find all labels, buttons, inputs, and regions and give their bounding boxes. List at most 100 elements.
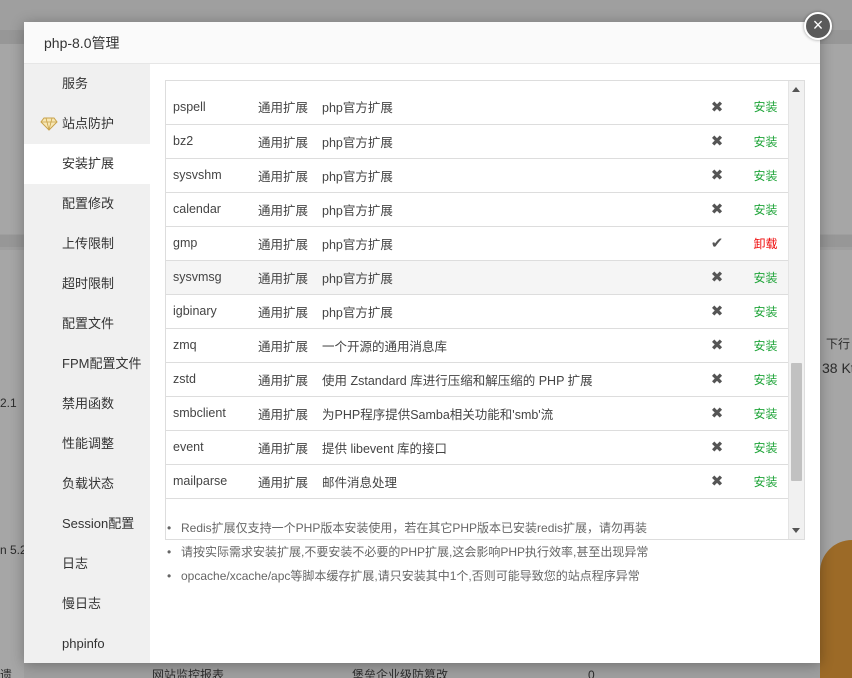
scrollbar-thumb[interactable] — [791, 363, 802, 481]
install-link[interactable]: 安装 — [753, 203, 777, 217]
sidebar-item-load-status[interactable]: 负载状态 — [24, 464, 150, 504]
table-cell: 通用扩展 — [258, 90, 322, 124]
extension-name: mailparse — [173, 474, 228, 488]
install-link[interactable]: 安装 — [753, 100, 777, 114]
extension-description: 提供 libevent 库的接口 — [322, 441, 448, 456]
sidebar-item-config-edit[interactable]: 配置修改 — [24, 184, 150, 224]
install-link[interactable]: 安装 — [753, 441, 777, 455]
sidebar-item-label: 配置文件 — [62, 316, 115, 331]
table-cell: 邮件消息处理 — [322, 464, 692, 498]
table-row[interactable]: bz2 通用扩展 php官方扩展 ✖ 安装 — [166, 124, 789, 158]
install-link[interactable]: 安装 — [753, 339, 777, 353]
install-link[interactable]: 安装 — [753, 373, 777, 387]
extension-description: php官方扩展 — [322, 203, 393, 218]
sidebar-item-label: 禁用函数 — [62, 396, 115, 411]
extension-type: 通用扩展 — [258, 135, 309, 150]
extension-description: 为PHP程序提供Samba相关功能和'smb'流 — [322, 407, 554, 422]
sidebar-item-config-file[interactable]: 配置文件 — [24, 304, 150, 344]
table-row[interactable]: sysvmsg 通用扩展 php官方扩展 ✖ 安装 — [166, 260, 789, 294]
extension-description: php官方扩展 — [322, 237, 393, 252]
table-cell: 一个开源的通用消息库 — [322, 328, 692, 362]
close-icon: × — [812, 15, 824, 35]
table-row[interactable]: sysvshm 通用扩展 php官方扩展 ✖ 安装 — [166, 158, 789, 192]
extension-type: 通用扩展 — [258, 169, 309, 184]
table-row[interactable]: event 通用扩展 提供 libevent 库的接口 ✖ 安装 — [166, 430, 789, 464]
table-cell: 安装 — [742, 294, 789, 328]
scrollbar[interactable] — [788, 81, 804, 539]
install-link[interactable]: 安装 — [753, 305, 777, 319]
sidebar-item-log[interactable]: 日志 — [24, 544, 150, 584]
sidebar-item-timeout-limit[interactable]: 超时限制 — [24, 264, 150, 304]
sidebar-item-slow-log[interactable]: 慢日志 — [24, 584, 150, 624]
sidebar-item-fpm-config[interactable]: FPM配置文件 — [24, 344, 150, 384]
cross-icon: ✖ — [710, 439, 724, 456]
extension-type: 通用扩展 — [258, 441, 309, 456]
table-cell: php官方扩展 — [322, 294, 692, 328]
modal-title: php-8.0管理 — [24, 22, 820, 64]
scroll-up-arrow-icon[interactable] — [792, 87, 800, 92]
extensions-table: pspell 通用扩展 php官方扩展 ✖ 安装 bz2 通用扩展 php官方扩展 ✖ 安装 sys… — [166, 90, 789, 499]
table-cell: 通用扩展 — [258, 192, 322, 226]
cross-icon: ✖ — [710, 201, 724, 218]
table-row[interactable]: pspell 通用扩展 php官方扩展 ✖ 安装 — [166, 90, 789, 124]
table-cell: 安装 — [742, 464, 789, 498]
table-row[interactable]: igbinary 通用扩展 php官方扩展 ✖ 安装 — [166, 294, 789, 328]
table-cell: php官方扩展 — [322, 226, 692, 260]
sidebar-item-site-protection[interactable]: 站点防护 — [24, 104, 150, 144]
table-cell: ✔ — [692, 226, 742, 260]
install-link[interactable]: 安装 — [753, 169, 777, 183]
extension-type: 通用扩展 — [258, 101, 309, 116]
table-cell: php官方扩展 — [322, 192, 692, 226]
install-link[interactable]: 安装 — [753, 135, 777, 149]
install-link[interactable]: 安装 — [753, 407, 777, 421]
sidebar-item-service[interactable]: 服务 — [24, 64, 150, 104]
install-link[interactable]: 安装 — [753, 271, 777, 285]
table-cell: 安装 — [742, 192, 789, 226]
table-cell: ✖ — [692, 328, 742, 362]
table-row[interactable]: zmq 通用扩展 一个开源的通用消息库 ✖ 安装 — [166, 328, 789, 362]
sidebar-item-session-config[interactable]: Session配置 — [24, 504, 150, 544]
uninstall-link[interactable]: 卸载 — [753, 237, 777, 251]
table-cell: ✖ — [692, 294, 742, 328]
diamond-icon — [40, 117, 58, 131]
sidebar-item-phpinfo[interactable]: phpinfo — [24, 624, 150, 664]
sidebar: 服务 站点防护 安装扩展 配置修改 上传限制 超时限制 配置文件 FPM配置文件… — [24, 64, 150, 663]
sidebar-item-label: 性能调整 — [62, 436, 115, 451]
table-cell: ✖ — [692, 362, 742, 396]
extension-name: pspell — [173, 99, 206, 114]
extension-type: 通用扩展 — [258, 237, 309, 252]
table-cell: igbinary — [166, 294, 258, 328]
sidebar-item-disabled-functions[interactable]: 禁用函数 — [24, 384, 150, 424]
extension-description: php官方扩展 — [322, 271, 393, 286]
table-row[interactable]: smbclient 通用扩展 为PHP程序提供Samba相关功能和'smb'流 ✖ 安装 — [166, 396, 789, 430]
close-button[interactable]: × — [804, 12, 832, 40]
table-cell: 安装 — [742, 90, 789, 124]
extension-description: 一个开源的通用消息库 — [322, 339, 448, 354]
table-cell: 安装 — [742, 158, 789, 192]
table-cell: 安装 — [742, 362, 789, 396]
table-row[interactable]: zstd 通用扩展 使用 Zstandard 库进行压缩和解压缩的 PHP 扩展 ✖ 安… — [166, 362, 789, 396]
sidebar-item-upload-limit[interactable]: 上传限制 — [24, 224, 150, 264]
table-cell: 安装 — [742, 430, 789, 464]
sidebar-item-label: Session配置 — [62, 516, 135, 531]
sidebar-item-performance[interactable]: 性能调整 — [24, 424, 150, 464]
table-cell: php官方扩展 — [322, 90, 692, 124]
install-extensions-panel: pspell 通用扩展 php官方扩展 ✖ 安装 bz2 通用扩展 php官方扩展 ✖ 安装 sys… — [150, 64, 820, 663]
table-cell: 通用扩展 — [258, 362, 322, 396]
table-row[interactable]: gmp 通用扩展 php官方扩展 ✔ 卸载 — [166, 226, 789, 260]
table-cell: ✖ — [692, 464, 742, 498]
extension-type: 通用扩展 — [258, 271, 309, 286]
install-link[interactable]: 安装 — [753, 475, 777, 489]
table-cell: 通用扩展 — [258, 124, 322, 158]
extensions-table-container[interactable]: pspell 通用扩展 php官方扩展 ✖ 安装 bz2 通用扩展 php官方扩展 ✖ 安装 sys… — [165, 80, 805, 540]
sidebar-item-label: phpinfo — [62, 636, 105, 651]
sidebar-item-install-extensions[interactable]: 安装扩展 — [24, 144, 150, 184]
table-row[interactable]: calendar 通用扩展 php官方扩展 ✖ 安装 — [166, 192, 789, 226]
table-cell: pspell — [166, 90, 258, 124]
table-cell: ✖ — [692, 124, 742, 158]
table-row[interactable]: mailparse 通用扩展 邮件消息处理 ✖ 安装 — [166, 464, 789, 498]
table-cell: 通用扩展 — [258, 396, 322, 430]
php-manage-modal: php-8.0管理 × 服务 站点防护 安装扩展 配置修改 上传限制 超时限制 … — [24, 12, 832, 663]
table-cell: 使用 Zstandard 库进行压缩和解压缩的 PHP 扩展 — [322, 362, 692, 396]
table-cell: 为PHP程序提供Samba相关功能和'smb'流 — [322, 396, 692, 430]
